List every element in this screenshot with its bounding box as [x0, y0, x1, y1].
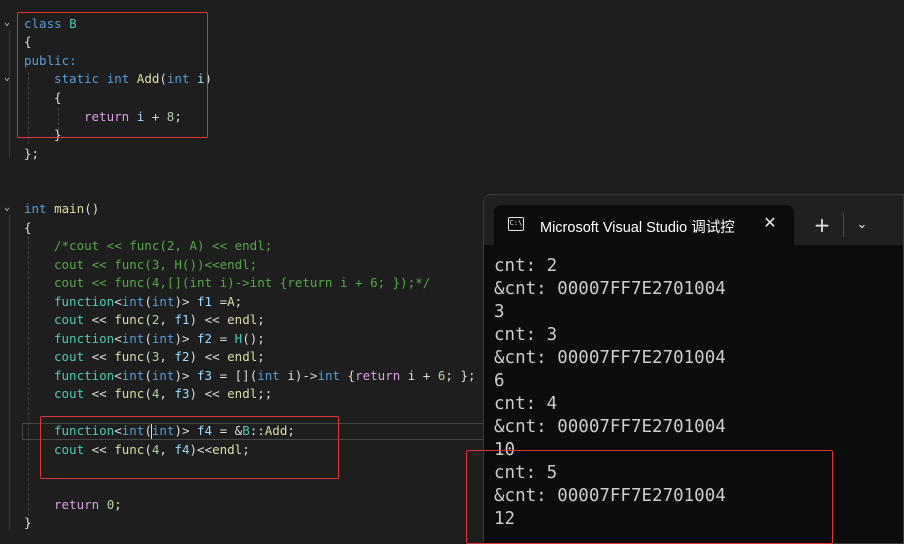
annotation-box-f4 — [40, 416, 339, 479]
code-line: { — [24, 220, 32, 235]
indent-guide — [28, 236, 29, 526]
tab-title: Microsoft Visual Studio 调试控 — [540, 220, 735, 236]
terminal-icon: C:\ — [508, 217, 524, 231]
collapse-class-icon[interactable]: ⌄ — [4, 18, 14, 28]
code-line: cout << func(2, f1) << endl; — [54, 312, 265, 327]
code-line: }; — [24, 146, 40, 161]
code-line: cout << func(4, f3) << endl;; — [54, 386, 273, 401]
code-comment: /*cout << func(2, A) << endl; — [54, 238, 273, 253]
new-tab-button[interactable]: + — [810, 213, 834, 237]
code-comment: cout << func(3, H())<<endl; — [54, 257, 258, 272]
annotation-box-class — [17, 12, 208, 138]
code-line: cout << func(3, f2) << endl; — [54, 349, 265, 364]
titlebar-divider — [843, 213, 844, 237]
code-line: function<int(int)> f3 = [](int i)->int {… — [54, 368, 476, 383]
collapse-main-icon[interactable]: ⌄ — [4, 203, 14, 213]
fold-range-line — [9, 30, 10, 158]
code-line: function<int(int)> f2 = H(); — [54, 331, 265, 346]
console-titlebar[interactable]: C:\ Microsoft Visual Studio 调试控 ✕ + ⌄ — [484, 195, 903, 245]
chevron-down-icon[interactable]: ⌄ — [850, 213, 874, 237]
code-line: } — [24, 515, 32, 530]
code-line: function<int(int)> f1 =A; — [54, 294, 243, 309]
fold-range-line — [9, 215, 10, 530]
console-tab[interactable]: C:\ Microsoft Visual Studio 调试控 ✕ — [494, 205, 794, 245]
annotation-box-output — [466, 450, 833, 544]
close-tab-icon[interactable]: ✕ — [760, 213, 780, 233]
code-line: int main() — [24, 201, 100, 216]
code-line: return 0; — [54, 497, 122, 512]
code-comment: cout << func(4,[](int i)->int {return i … — [54, 275, 431, 290]
